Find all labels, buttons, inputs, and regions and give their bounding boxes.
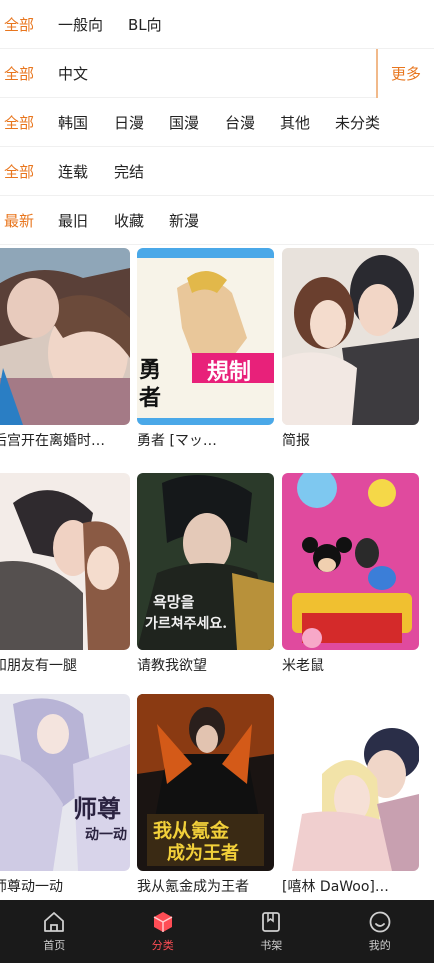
comic-card[interactable]: 米老鼠: [282, 473, 419, 676]
bookshelf-icon: [262, 912, 281, 932]
cover-text-b: 가르쳐주세요.: [145, 616, 228, 632]
filter-language-chinese[interactable]: 中文: [58, 63, 88, 84]
tab-home-label: 首页: [43, 939, 66, 952]
comic-title[interactable]: 请教我欲望: [137, 656, 274, 676]
comic-title[interactable]: 我从氪金成为王者: [137, 877, 274, 897]
comic-card[interactable]: 勇 者 規制 勇者 [マッ…: [137, 248, 274, 451]
cover-text-b: 动一动: [85, 827, 127, 843]
comic-title[interactable]: 简报: [282, 431, 419, 451]
comic-cover[interactable]: [282, 694, 419, 871]
comic-card[interactable]: [嘻林 DaWoo]…: [282, 694, 419, 897]
sort-new-comics[interactable]: 新漫: [169, 210, 199, 231]
comic-cover[interactable]: [282, 248, 419, 425]
comic-cover[interactable]: 师尊 动一动: [0, 694, 130, 871]
comic-card[interactable]: 욕망을 가르쳐주세요. 请教我欲望: [137, 473, 274, 676]
filter-region-japan[interactable]: 日漫: [114, 112, 144, 133]
comic-title[interactable]: 勇者 [マッ…: [137, 431, 274, 451]
filter-region-taiwan[interactable]: 台漫: [225, 112, 255, 133]
more-button[interactable]: 更多: [376, 49, 434, 98]
filter-audience-general[interactable]: 一般向: [58, 14, 103, 35]
sort-newest[interactable]: 最新: [4, 210, 34, 231]
tab-category[interactable]: 分类: [109, 900, 218, 963]
comic-cover[interactable]: [0, 473, 130, 650]
comic-card[interactable]: 和朋友有一腿: [0, 473, 130, 676]
comic-card[interactable]: 后宫开在离婚时…: [0, 248, 130, 451]
filter-row-status: 全部 连载 完结: [0, 147, 434, 196]
tab-mine[interactable]: 我的: [326, 900, 434, 963]
tab-shelf-label: 书架: [260, 939, 283, 952]
filter-region-unclassified[interactable]: 未分类: [335, 112, 380, 133]
filter-status-all[interactable]: 全部: [4, 161, 34, 182]
comic-title[interactable]: [嘻林 DaWoo]…: [282, 877, 419, 897]
comic-card[interactable]: 师尊 动一动 师尊动一动: [0, 694, 130, 897]
comic-card[interactable]: 我从氪金 成为王者 我从氪金成为王者: [137, 694, 274, 897]
sort-favorites[interactable]: 收藏: [114, 210, 144, 231]
comic-cover[interactable]: 我从氪金 成为王者: [137, 694, 274, 871]
filter-row-language: 全部 中文 更多: [0, 49, 434, 98]
filter-region-korea[interactable]: 韩国: [58, 112, 88, 133]
filter-row-region: 全部 韩国 日漫 国漫 台漫 其他 未分类: [0, 98, 434, 147]
cover-text-b: 成为王者: [167, 843, 239, 864]
comic-title[interactable]: 后宫开在离婚时…: [0, 431, 130, 451]
cover-text-a: 욕망을: [153, 593, 195, 611]
sort-oldest[interactable]: 最旧: [58, 210, 88, 231]
tab-shelf[interactable]: 书架: [217, 900, 326, 963]
filter-row-audience: 全部 一般向 BL向: [0, 0, 434, 49]
bottom-tab-bar: 首页 分类 书架 我的: [0, 900, 434, 963]
comic-card[interactable]: 简报: [282, 248, 419, 451]
cover-text-a: 师尊: [73, 794, 121, 823]
tab-category-label: 分类: [151, 939, 174, 952]
comic-cover[interactable]: [0, 248, 130, 425]
home-icon: [44, 912, 65, 932]
cover-banner: 規制: [207, 359, 252, 385]
filter-audience-all[interactable]: 全部: [4, 14, 34, 35]
filter-status-ongoing[interactable]: 连载: [58, 161, 88, 182]
tab-mine-label: 我的: [368, 939, 391, 952]
comic-cover[interactable]: [282, 473, 419, 650]
filter-region-other[interactable]: 其他: [280, 112, 310, 133]
filter-row-sort: 最新 最旧 收藏 新漫: [0, 196, 434, 245]
filter-status-finished[interactable]: 完结: [114, 161, 144, 182]
filter-panel: 全部 一般向 BL向 全部 中文 更多 全部 韩国 日漫 国漫 台漫 其他 未分…: [0, 0, 434, 245]
tab-home[interactable]: 首页: [0, 900, 109, 963]
cover-text-b: 者: [139, 385, 162, 411]
comic-title[interactable]: 米老鼠: [282, 656, 419, 676]
smiley-icon: [369, 911, 391, 933]
filter-language-all[interactable]: 全部: [4, 63, 34, 84]
filter-region-all[interactable]: 全部: [4, 112, 34, 133]
filter-region-china[interactable]: 国漫: [169, 112, 199, 133]
comic-title[interactable]: 和朋友有一腿: [0, 656, 130, 676]
category-cube-icon: [153, 912, 173, 932]
comic-title[interactable]: 师尊动一动: [0, 877, 130, 897]
comic-cover[interactable]: 욕망을 가르쳐주세요.: [137, 473, 274, 650]
comic-cover[interactable]: 勇 者 規制: [137, 248, 274, 425]
filter-audience-bl[interactable]: BL向: [128, 14, 162, 35]
